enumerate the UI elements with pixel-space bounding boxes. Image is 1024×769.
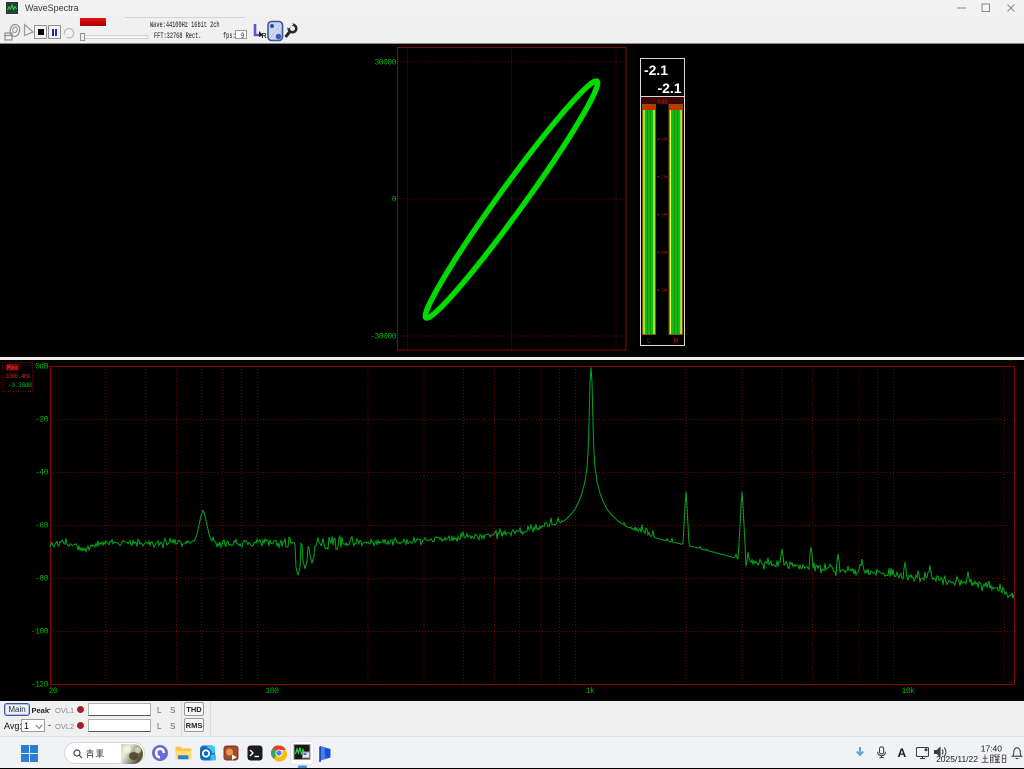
svg-text:-10: -10 (658, 137, 667, 143)
svg-text:-20: -20 (35, 416, 49, 425)
svg-text:2025/11/22: 2025/11/22 (936, 754, 978, 764)
svg-text:-80: -80 (35, 575, 49, 584)
svg-text:-20: -20 (658, 175, 667, 181)
svg-text:-3.38dB: -3.38dB (8, 382, 32, 389)
svg-text:L: L (647, 338, 651, 345)
svg-text:0dB: 0dB (35, 363, 49, 372)
svg-text:R: R (673, 338, 678, 345)
svg-text:10k: 10k (902, 687, 916, 696)
svg-text:-2.1: -2.1 (644, 62, 668, 78)
svg-text:A: A (898, 746, 907, 760)
svg-text:-100: -100 (31, 628, 49, 637)
svg-text:20: 20 (49, 687, 58, 696)
svg-text:30000: 30000 (374, 59, 396, 68)
svg-text:-30: -30 (658, 212, 667, 218)
svg-text:-30000: -30000 (370, 333, 397, 342)
svg-text:1000.4Hz: 1000.4Hz (5, 373, 31, 380)
svg-text:17:40: 17:40 (981, 744, 1003, 754)
svg-text:-2.1: -2.1 (658, 80, 682, 96)
svg-text:R: R (262, 33, 267, 40)
svg-text:Max: Max (7, 365, 18, 372)
svg-text:100: 100 (266, 687, 280, 696)
svg-text:0dB: 0dB (657, 99, 668, 106)
svg-text:0: 0 (392, 196, 397, 205)
svg-text:-40: -40 (35, 469, 49, 478)
svg-text:-40: -40 (658, 250, 667, 256)
svg-text:-60: -60 (35, 522, 49, 531)
svg-text:-120: -120 (31, 681, 49, 690)
svg-text:-50: -50 (658, 288, 667, 294)
svg-text:1k: 1k (586, 687, 595, 696)
